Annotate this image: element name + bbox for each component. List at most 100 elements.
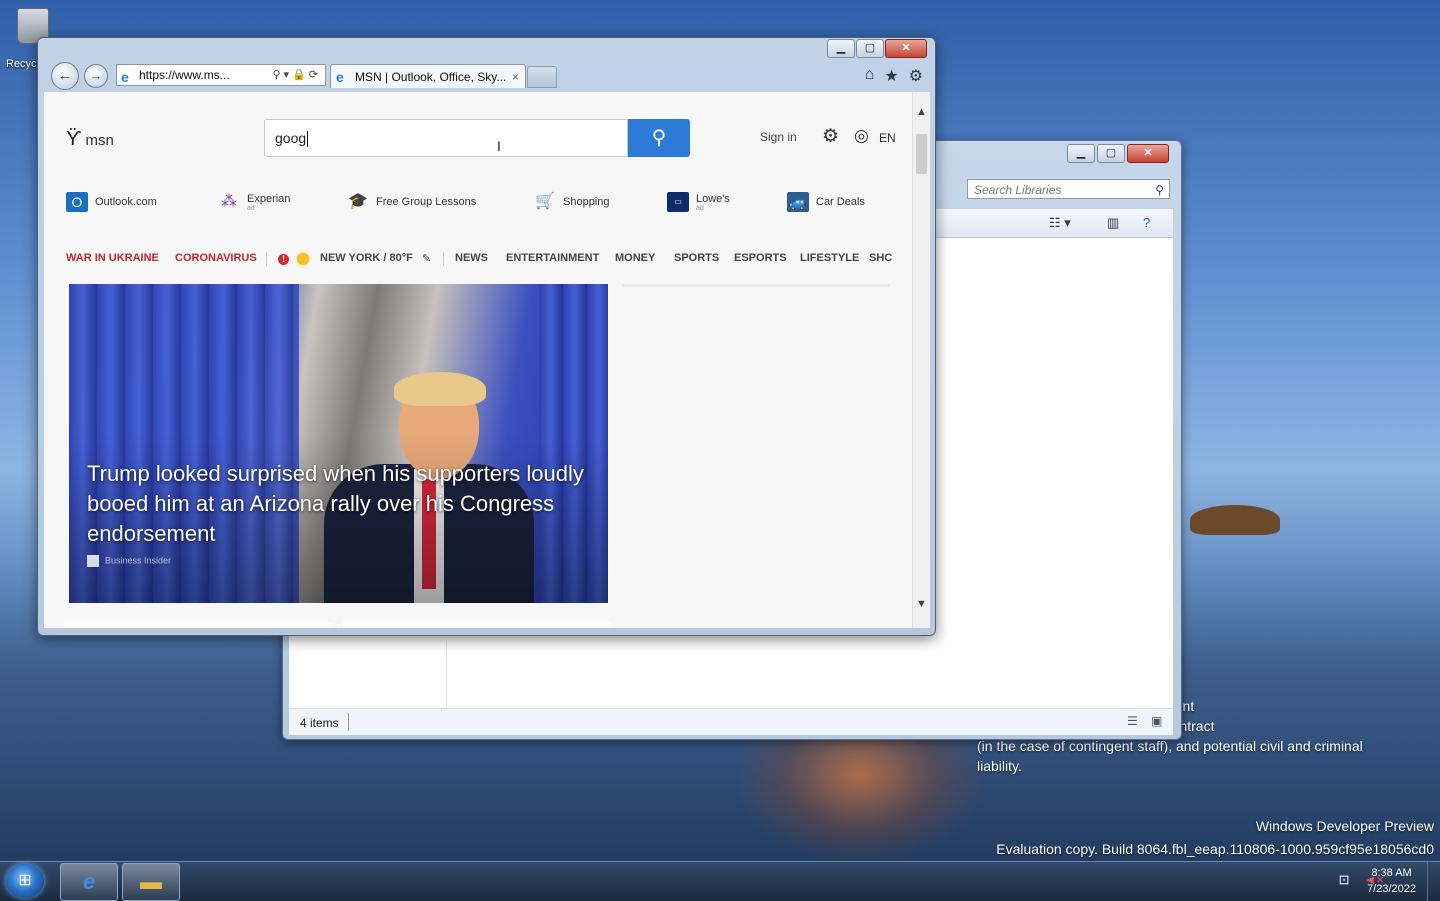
ad-label: ad: [247, 204, 255, 212]
quick-link-label: Free Group Lessons: [376, 196, 477, 208]
nav-money[interactable]: MONEY: [615, 252, 655, 264]
favorites-star-icon[interactable]: ★: [884, 66, 898, 86]
minimize-button[interactable]: ▁: [1067, 144, 1095, 163]
sunny-weather-icon: [297, 253, 309, 265]
news-card-placeholder[interactable]: [64, 622, 332, 628]
internet-explorer-icon: e: [82, 869, 96, 894]
search-button[interactable]: ⚲: [628, 119, 690, 157]
text-caret: [307, 131, 309, 148]
search-placeholder: Search Libraries: [974, 183, 1062, 197]
tab-msn[interactable]: e MSN | Outlook, Office, Sky... ×: [330, 64, 526, 88]
libraries-search-input[interactable]: Search Libraries ⚲: [967, 179, 1170, 199]
address-url[interactable]: https://www.ms...: [139, 65, 230, 85]
source-logo-icon: [87, 555, 99, 567]
maximize-button[interactable]: ▢: [856, 39, 884, 58]
tools-gear-icon[interactable]: ⚙: [909, 66, 923, 86]
nav-entertainment[interactable]: ENTERTAINMENT: [506, 252, 599, 264]
quick-link-label: Outlook.com: [95, 196, 157, 208]
details-view-icon[interactable]: ☰: [1127, 714, 1138, 728]
nav-war-in-ukraine[interactable]: WAR IN UKRAINE: [66, 252, 159, 264]
nav-weather[interactable]: NEW YORK / 80°F: [320, 252, 413, 264]
maximize-button[interactable]: ▢: [1097, 144, 1125, 163]
internet-explorer-window[interactable]: ▁ ▢ ✕ ← → e https://www.ms... ⚲▾🔒⟳ e MSN…: [37, 37, 936, 636]
nav-sports[interactable]: SPORTS: [674, 252, 719, 264]
web-search-input[interactable]: goog: [264, 119, 628, 157]
edit-pencil-icon[interactable]: ✎: [422, 252, 431, 265]
hero-source: Business Insider: [87, 555, 171, 567]
start-button[interactable]: ⊞: [6, 864, 44, 898]
preview-pane-icon[interactable]: ▥: [1107, 215, 1119, 231]
large-icons-view-icon[interactable]: ▣: [1151, 714, 1162, 728]
car-icon: 🚙: [787, 192, 809, 212]
close-button[interactable]: ✕: [885, 39, 927, 58]
search-icon[interactable]: ⚲: [1155, 180, 1164, 200]
ie-toolbar-icons: ⌂ ★ ⚙: [865, 66, 923, 86]
hero-headline[interactable]: Trump looked surprised when his supporte…: [87, 459, 587, 549]
address-tools-icons[interactable]: ⚲▾🔒⟳: [273, 65, 322, 85]
item-count: 4 items: [300, 716, 339, 730]
ie-tab-icon: e: [336, 69, 344, 85]
folder-icon: ▬: [140, 869, 162, 894]
explorer-status-bar: 4 items ☰ ▣: [289, 708, 1173, 735]
ibeam-cursor-icon: I: [497, 138, 501, 154]
graduation-cap-icon: 🎓: [348, 193, 368, 210]
watermark-line: liability.: [977, 758, 1022, 774]
nav-news[interactable]: NEWS: [455, 252, 488, 264]
vertical-scrollbar[interactable]: ▲ ▼: [912, 92, 930, 628]
minimize-button[interactable]: ▁: [827, 39, 855, 58]
explorer-caption-buttons: ▁ ▢ ✕: [1067, 144, 1169, 163]
taskbar-windows-explorer[interactable]: ▬: [122, 863, 180, 901]
quick-link-lowes[interactable]: ▭ Lowe's ad: [667, 192, 730, 212]
help-icon[interactable]: ?: [1143, 215, 1150, 230]
msn-logo-text: msn: [85, 132, 114, 149]
new-tab-button[interactable]: [527, 66, 557, 88]
scroll-up-arrow-icon[interactable]: ▲: [913, 106, 930, 118]
nav-coronavirus[interactable]: CORONAVIRUS: [175, 252, 257, 264]
clock-date: 7/23/2022: [1367, 883, 1416, 895]
quick-link-label: Lowe's: [696, 192, 730, 205]
weather-alert-icon[interactable]: !: [278, 254, 289, 265]
close-tab-icon[interactable]: ×: [512, 65, 519, 89]
close-button[interactable]: ✕: [1127, 144, 1169, 163]
status-separator: [348, 713, 349, 731]
windows-logo-icon: ⊞: [18, 872, 32, 889]
taskbar-clock[interactable]: 8:38 AM 7/23/2022: [1367, 865, 1416, 897]
nav-shopping-truncated[interactable]: SHC: [869, 252, 892, 264]
back-button[interactable]: ←: [51, 62, 79, 90]
quick-link-free-group-lessons[interactable]: 🎓 Free Group Lessons: [347, 192, 476, 212]
address-bar[interactable]: e https://www.ms... ⚲▾🔒⟳: [116, 64, 326, 86]
build-string: Evaluation copy. Build 8064.fbl_eeap.110…: [996, 841, 1434, 857]
show-desktop-button[interactable]: [1427, 862, 1440, 901]
home-icon[interactable]: ⌂: [865, 66, 875, 86]
news-card-placeholder[interactable]: [343, 622, 611, 628]
quick-link-label: Car Deals: [816, 196, 865, 208]
scroll-down-arrow-icon[interactable]: ▼: [913, 598, 930, 610]
nav-lifestyle[interactable]: LIFESTYLE: [800, 252, 859, 264]
quick-link-outlook[interactable]: O Outlook.com: [66, 192, 157, 212]
quick-link-experian[interactable]: ⁂ Experian ad: [218, 192, 290, 212]
wallpaper-rock: [1190, 505, 1280, 535]
settings-gear-icon[interactable]: ⚙: [822, 125, 839, 148]
sign-in-link[interactable]: Sign in: [760, 130, 797, 144]
ie-caption-buttons: ▁ ▢ ✕: [827, 39, 927, 58]
language-selector[interactable]: EN: [879, 131, 896, 145]
nav-separator: [443, 252, 444, 266]
globe-icon[interactable]: ◎: [854, 126, 869, 146]
hero-source-label: Business Insider: [105, 555, 172, 566]
view-options-icon[interactable]: ☷ ▾: [1049, 215, 1071, 231]
pane-divider[interactable]: [446, 641, 447, 711]
clock-time: 8:38 AM: [1371, 867, 1412, 879]
network-icon[interactable]: ⊡: [1339, 872, 1350, 888]
page-viewport[interactable]: ϔmsn goog I ⚲ Sign in ⚙ ◎ EN O Outlook.c…: [44, 92, 912, 628]
tab-title: MSN | Outlook, Office, Sky...: [355, 70, 507, 84]
search-query: goog: [275, 130, 307, 146]
hero-news-card[interactable]: Trump looked surprised when his supporte…: [69, 284, 608, 603]
nav-esports[interactable]: ESPORTS: [734, 252, 787, 264]
ad-label: ad: [696, 204, 704, 212]
scroll-thumb[interactable]: [916, 134, 927, 174]
taskbar-internet-explorer[interactable]: e: [60, 863, 118, 901]
quick-link-car-deals[interactable]: 🚙 Car Deals: [787, 192, 865, 212]
msn-logo[interactable]: ϔmsn: [66, 128, 114, 151]
quick-link-shopping[interactable]: 🛒 Shopping: [534, 192, 609, 212]
forward-button[interactable]: →: [84, 64, 108, 88]
